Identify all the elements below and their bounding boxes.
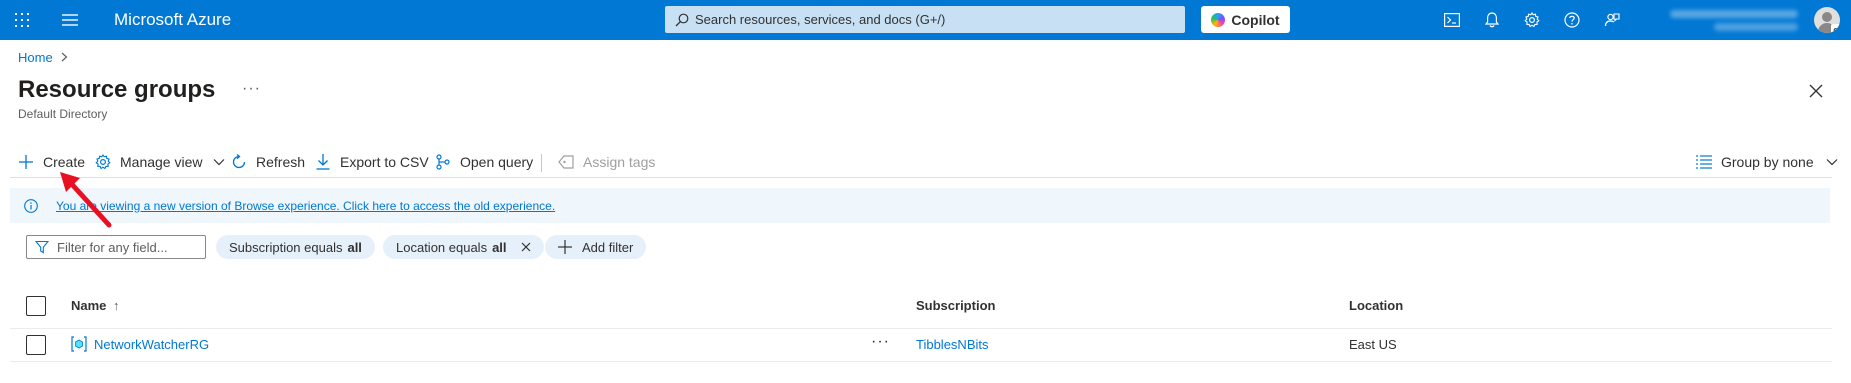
portal-brand-link[interactable]: Microsoft Azure <box>114 10 231 30</box>
plus-icon <box>558 240 572 254</box>
copilot-label: Copilot <box>1231 11 1280 28</box>
manage-view-label: Manage view <box>120 154 203 170</box>
hamburger-menu-icon[interactable] <box>58 8 82 32</box>
global-search-input[interactable]: Search resources, services, and docs (G+… <box>665 6 1185 33</box>
avatar[interactable] <box>1814 7 1840 33</box>
column-header-location[interactable]: Location <box>1349 298 1403 313</box>
account-info[interactable] <box>1648 8 1798 34</box>
tag-icon <box>557 153 575 171</box>
subscription-filter-label: Subscription equals <box>229 239 343 255</box>
search-placeholder: Search resources, services, and docs (G+… <box>695 12 946 27</box>
row-more-options-icon[interactable]: ··· <box>871 333 890 351</box>
export-csv-button[interactable]: Export to CSV <box>314 150 429 174</box>
app-launcher-icon[interactable] <box>10 8 34 32</box>
gear-icon <box>94 153 112 171</box>
create-button[interactable]: Create <box>17 150 85 174</box>
chevron-down-icon <box>213 158 225 166</box>
copilot-button[interactable]: Copilot <box>1201 6 1290 33</box>
help-icon[interactable] <box>1560 8 1584 32</box>
column-header-subscription[interactable]: Subscription <box>916 298 995 313</box>
add-filter-label: Add filter <box>582 239 634 255</box>
info-banner: You are viewing a new version of Browse … <box>10 188 1830 223</box>
refresh-icon <box>230 153 248 171</box>
chevron-right-icon <box>61 51 68 65</box>
filter-icon <box>35 240 49 254</box>
column-header-name[interactable]: Name ↑ <box>71 298 120 313</box>
subscription-filter-pill[interactable]: Subscription equals all <box>216 235 375 259</box>
breadcrumb: Home <box>18 50 68 65</box>
group-by-label: Group by none <box>1721 154 1814 170</box>
resource-group-icon <box>71 336 87 352</box>
feedback-icon[interactable] <box>1600 8 1624 32</box>
manage-view-button[interactable]: Manage view <box>94 150 225 174</box>
table-row-subscription: TibblesNBits <box>916 337 988 352</box>
query-icon <box>434 153 452 171</box>
select-all-checkbox[interactable] <box>26 296 46 316</box>
remove-filter-icon[interactable] <box>521 242 531 252</box>
copilot-logo-icon <box>1211 12 1226 27</box>
list-icon <box>1695 153 1713 171</box>
export-csv-label: Export to CSV <box>340 154 429 170</box>
top-navigation-bar: Microsoft Azure Search resources, servic… <box>0 0 1851 40</box>
gear-icon[interactable] <box>1520 8 1544 32</box>
table-row-location: East US <box>1349 337 1397 352</box>
bell-icon[interactable] <box>1480 8 1504 32</box>
row-divider <box>10 361 1832 362</box>
cloud-shell-icon[interactable] <box>1440 8 1464 32</box>
search-icon <box>675 13 689 26</box>
chevron-down-icon <box>1826 158 1838 166</box>
subscription-filter-value: all <box>347 239 362 255</box>
assign-tags-button[interactable]: Assign tags <box>557 150 655 174</box>
add-filter-button[interactable]: Add filter <box>545 235 647 259</box>
plus-icon <box>17 153 35 171</box>
create-label: Create <box>43 154 86 170</box>
command-bar: Create Manage view Refresh Export to CSV… <box>10 146 1838 178</box>
group-by-dropdown[interactable]: Group by none <box>1695 150 1838 174</box>
old-experience-link[interactable]: You are viewing a new version of Browse … <box>56 199 555 213</box>
page-subtitle: Default Directory <box>18 107 108 121</box>
filter-text-input[interactable] <box>57 239 187 255</box>
more-options-icon[interactable]: ··· <box>242 80 261 98</box>
open-query-label: Open query <box>460 154 534 170</box>
download-icon <box>314 153 332 171</box>
filter-field-input[interactable] <box>26 235 206 259</box>
open-query-button[interactable]: Open query <box>434 150 533 174</box>
row-checkbox[interactable] <box>26 335 46 355</box>
location-filter-pill[interactable]: Location equals all <box>383 235 544 259</box>
column-name-label: Name <box>71 298 107 313</box>
close-icon[interactable] <box>1806 81 1826 101</box>
lock-icon <box>1831 24 1840 33</box>
page-title: Resource groups <box>18 76 216 103</box>
command-divider <box>541 154 542 172</box>
breadcrumb-home-link[interactable]: Home <box>18 50 53 65</box>
location-filter-value: all <box>492 239 507 255</box>
refresh-label: Refresh <box>256 154 306 170</box>
refresh-button[interactable]: Refresh <box>230 150 305 174</box>
info-icon <box>23 198 39 214</box>
resource-group-link[interactable]: NetworkWatcherRG <box>94 337 209 352</box>
table-row-name: NetworkWatcherRG <box>94 337 209 352</box>
subscription-link[interactable]: TibblesNBits <box>916 337 988 352</box>
location-filter-label: Location equals <box>396 239 488 255</box>
header-divider <box>10 328 1832 329</box>
sort-ascending-icon: ↑ <box>113 298 120 313</box>
assign-tags-label: Assign tags <box>583 154 656 170</box>
